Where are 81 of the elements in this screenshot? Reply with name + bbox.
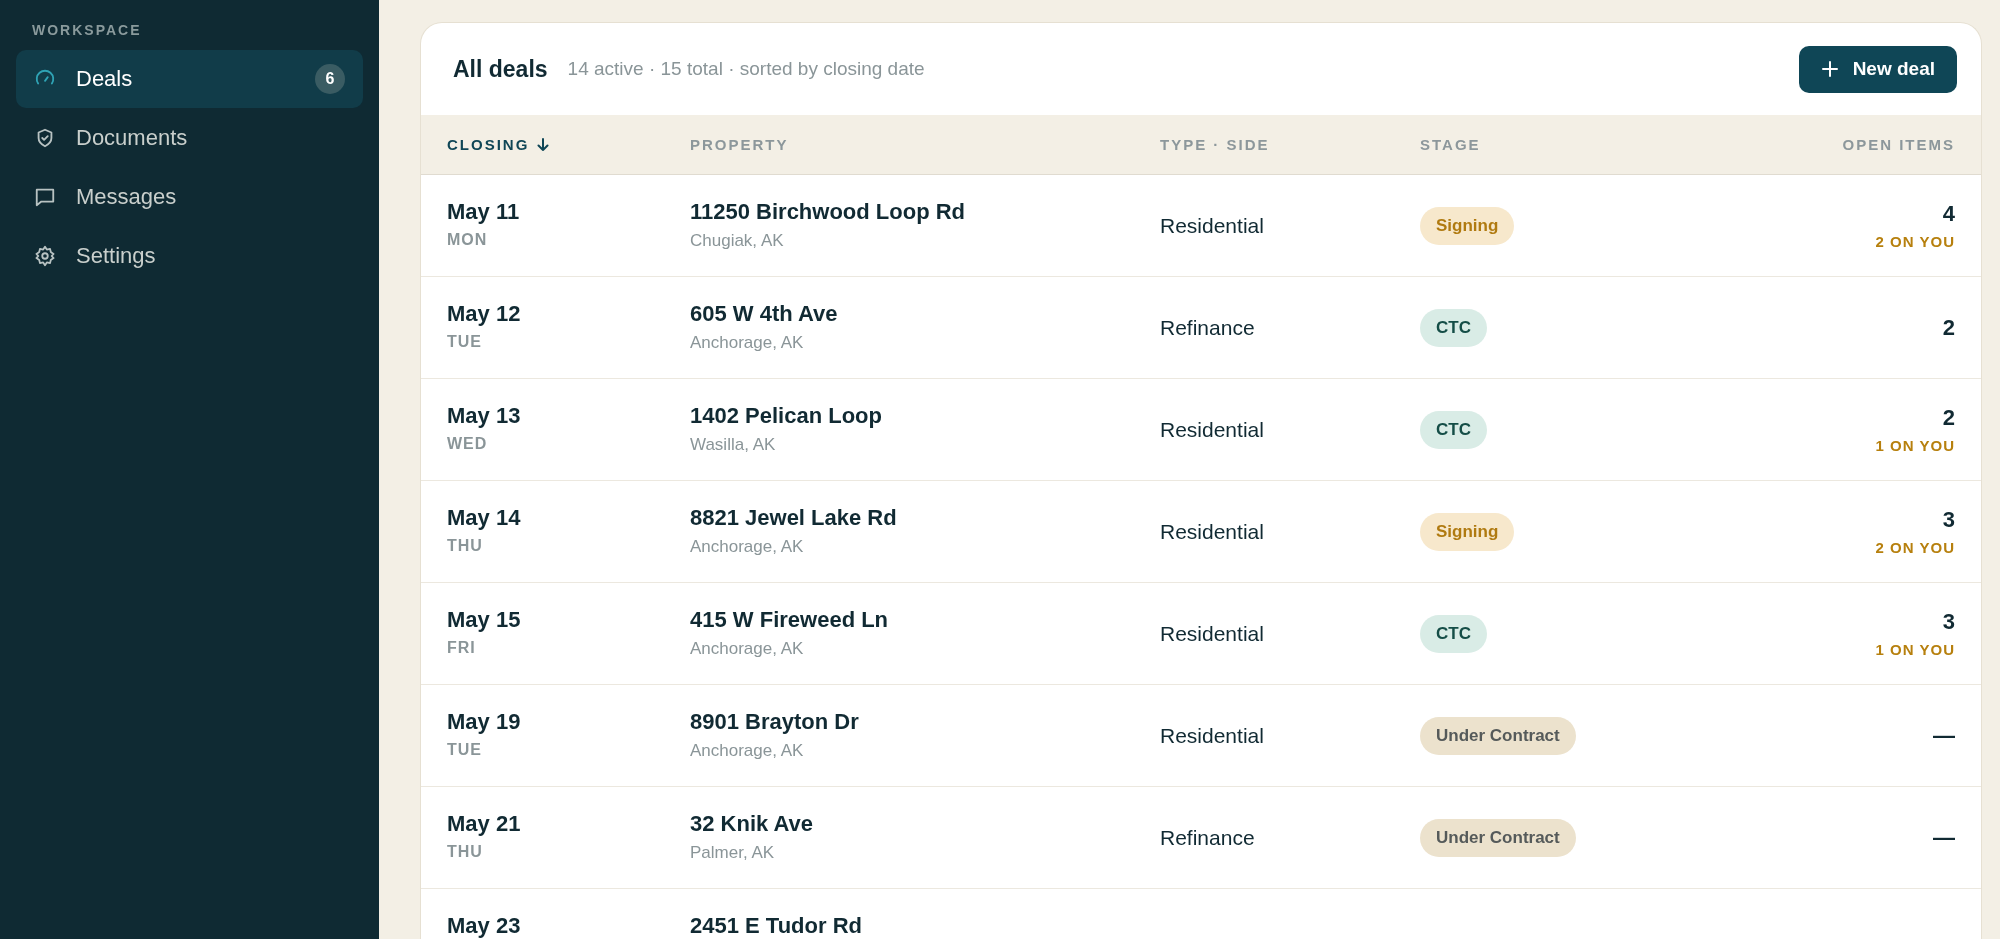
open-items-count: — [1933,824,1955,851]
property-city: Anchorage, AK [690,741,805,761]
assigned-count: 1 ON YOU [1875,641,1955,658]
column-header[interactable]: CLOSING [421,136,690,153]
count-badge: 6 [315,64,345,94]
card-title: All deals [453,55,548,83]
property-address: 8821 Jewel Lake Rd [690,505,898,531]
open-items-count: 2 [1942,405,1955,431]
deal-row[interactable]: May 21 THU 32 Knik Ave Palmer, AK Refinance Under Contract — [421,787,1981,889]
deal-type: Residential [1160,621,1265,646]
closing-date: May 13 [447,403,522,429]
weekday: MON [447,231,489,249]
closing-date: May 19 [447,709,522,735]
new-deal-button[interactable]: New deal [1798,45,1957,93]
stage-tag: CTC [1420,308,1487,347]
weekday: THU [447,537,484,555]
stage-tag: Under Contract [1420,818,1576,857]
weekday: THU [447,843,484,861]
deal-type: Residential [1160,213,1265,238]
nav-item[interactable]: Settings [16,227,363,285]
settings-icon [34,245,56,267]
deal-type: Residential [1160,519,1265,544]
property-address: 1402 Pelican Loop [690,403,883,429]
deal-type: Residential [1160,723,1265,748]
nav-item[interactable]: Deals 6 [16,50,363,108]
deal-row[interactable]: May 14 THU 8821 Jewel Lake Rd Anchorage, AK Residential Signing 3 2 ON YOU [421,481,1981,583]
closing-date: May 23 [447,913,522,939]
weekday: FRI [447,639,477,657]
nav-label: Documents [76,125,189,151]
property-city: Anchorage, AK [690,537,805,557]
closing-date: May 11 [447,199,521,225]
property-address: 2451 E Tudor Rd [690,913,863,939]
stage-tag: Signing [1420,206,1515,245]
section-label: WORKSPACE [31,22,143,40]
stage-tag: CTC [1420,614,1487,653]
weekday: TUE [447,333,483,351]
open-items-count: 3 [1942,609,1955,635]
assigned-count: 1 ON YOU [1875,437,1955,454]
closing-date: May 15 [447,607,522,633]
sort-down-icon [537,138,550,151]
open-items-count: 2 [1942,314,1955,341]
open-items-count: 4 [1942,201,1955,227]
property-address: 11250 Birchwood Loop Rd [690,199,967,225]
weekday: WED [447,435,489,453]
closing-date: May 14 [447,505,522,531]
deal-row[interactable]: May 15 FRI 415 W Fireweed Ln Anchorage, AK Residential CTC 3 1 ON YOU [421,583,1981,685]
deals-summary: 14 active · 15 total · sorted by closing date [567,58,926,80]
stage-tag: Under Contract [1420,716,1576,755]
open-items-count: 3 [1942,507,1955,533]
property-city: Anchorage, AK [690,639,805,659]
property-city: Anchorage, AK [690,333,805,353]
nav-item[interactable]: Messages [16,168,363,226]
property-address: 8901 Brayton Dr [690,709,860,735]
property-city: Palmer, AK [690,843,776,863]
stage-tag: CTC [1420,410,1487,449]
property-address: 415 W Fireweed Ln [690,607,890,633]
assigned-count: 2 ON YOU [1875,233,1955,250]
nav-item[interactable]: Documents [16,109,363,167]
chat-icon [34,186,56,208]
deal-row[interactable]: May 12 TUE 605 W 4th Ave Anchorage, AK Refinance CTC 2 [421,277,1981,379]
deal-type: Refinance [1160,825,1256,850]
property-address: 32 Knik Ave [690,811,815,837]
nav-label: Messages [76,184,178,210]
deal-type: Residential [1160,417,1265,442]
nav-label: Deals [76,66,134,92]
open-items-count: — [1933,722,1955,749]
deal-row[interactable]: May 23 2451 E Tudor Rd [421,889,1981,939]
deal-type: Refinance [1160,315,1256,340]
deal-row[interactable]: May 19 TUE 8901 Brayton Dr Anchorage, AK Residential Under Contract — [421,685,1981,787]
weekday: TUE [447,741,483,759]
property-address: 605 W 4th Ave [690,301,839,327]
property-city: Wasilla, AK [690,435,777,455]
closing-date: May 12 [447,301,522,327]
deal-row[interactable]: May 13 WED 1402 Pelican Loop Wasilla, AK Residential CTC 2 1 ON YOU [421,379,1981,481]
assigned-count: 2 ON YOU [1875,539,1955,556]
stage-tag: Signing [1420,512,1515,551]
plus-icon [1820,60,1839,78]
closing-date: May 21 [447,811,522,837]
nav-label: Settings [76,243,157,269]
property-city: Chugiak, AK [690,231,785,251]
deal-row[interactable]: May 11 MON 11250 Birchwood Loop Rd Chugiak, AK Residential Signing 4 2 ON YOU [421,175,1981,277]
